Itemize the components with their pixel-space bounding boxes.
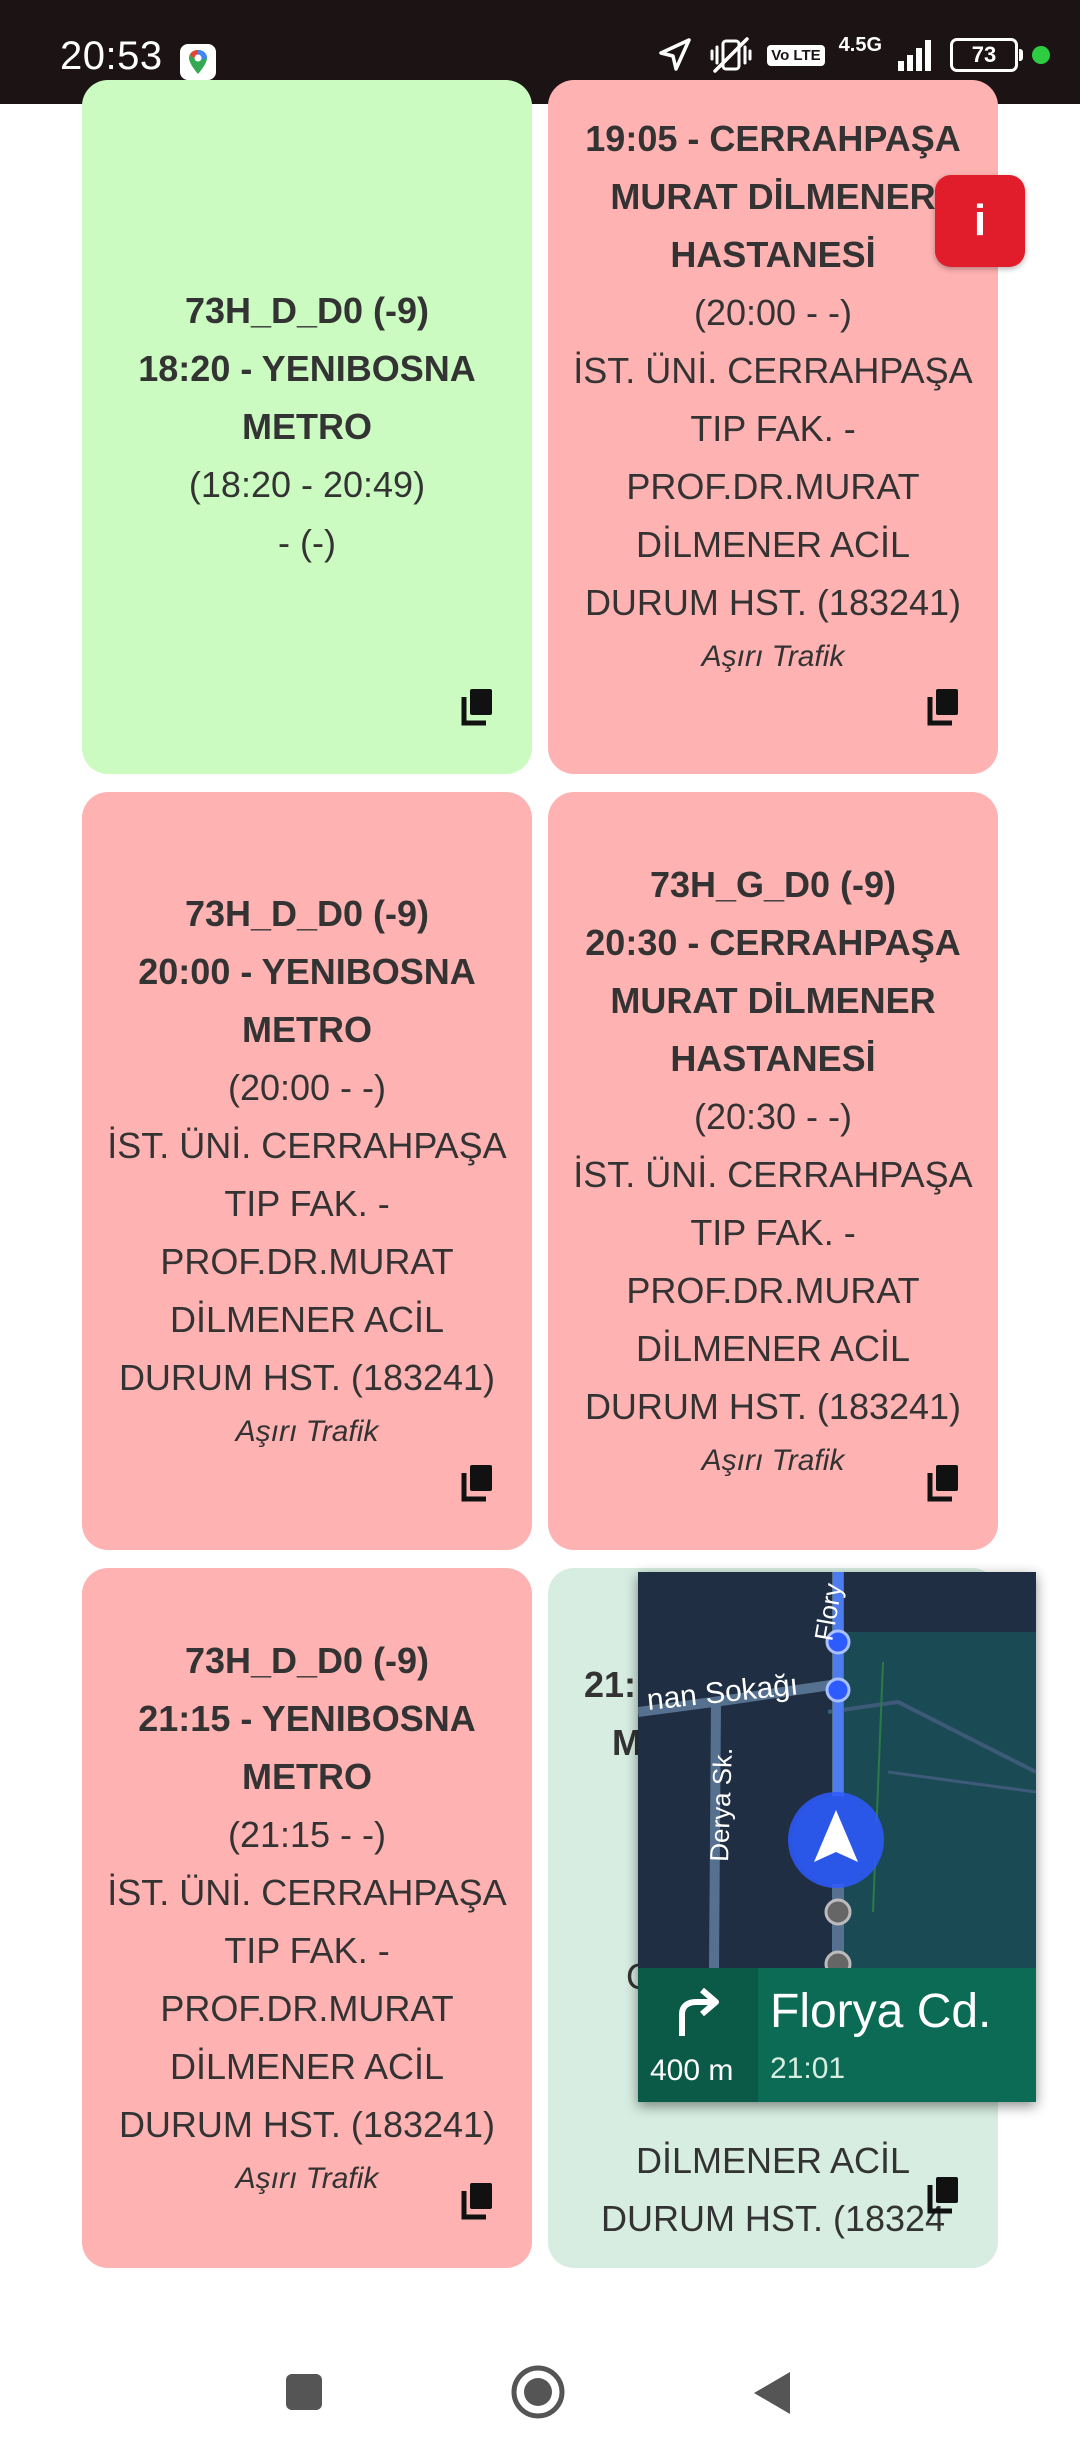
turn-right-arrow-icon bbox=[679, 1987, 719, 2036]
trip-card[interactable]: 73H_D_D0 (-9) 18:20 - YENIBOSNA METRO (1… bbox=[82, 80, 532, 774]
trip-time-range: (18:20 - 20:49) bbox=[188, 464, 426, 505]
info-button[interactable]: i bbox=[935, 175, 1025, 267]
location-arrow-icon bbox=[655, 35, 695, 75]
trip-time-range: (21:15 - -) bbox=[227, 1814, 387, 1855]
copy-icon[interactable] bbox=[926, 686, 962, 726]
trip-time-range: (20:30 - -) bbox=[693, 1096, 853, 1137]
traffic-status: Aşırı Trafik bbox=[701, 1444, 845, 1477]
navigation-pip-window[interactable]: nan Sokağı Derya Sk. Flory 400 m Florya … bbox=[638, 1572, 1036, 2102]
home-button[interactable] bbox=[510, 2364, 566, 2424]
trip-card[interactable]: 73H_D_D0 (-9) 20:00 - YENIBOSNA METRO (2… bbox=[82, 792, 532, 1550]
signal-icon bbox=[896, 37, 936, 73]
trip-departure: 20:30 - CERRAHPAŞA MURAT DİLMENER HASTAN… bbox=[585, 922, 961, 1079]
trip-departure: 18:20 - YENIBOSNA METRO bbox=[138, 348, 476, 447]
copy-icon[interactable] bbox=[460, 2180, 496, 2220]
trip-departure: 19:05 - CERRAHPAŞA MURAT DİLMENER HASTAN… bbox=[585, 118, 961, 275]
status-icons: Vo LTE 4.5G 73 bbox=[655, 30, 1050, 80]
trip-route-code: 73H_D_D0 (-9) bbox=[184, 290, 430, 331]
trip-stop: İST. ÜNİ. CERRAHPAŞA TIP FAK. - PROF.DR.… bbox=[107, 1872, 507, 2145]
network-type: 4.5G bbox=[838, 33, 882, 56]
trip-stop: İST. ÜNİ. CERRAHPAŞA TIP FAK. - PROF.DR.… bbox=[573, 350, 973, 623]
trip-card[interactable]: 19:05 - CERRAHPAŞA MURAT DİLMENER HASTAN… bbox=[548, 80, 998, 774]
trip-stop: İST. ÜNİ. CERRAHPAŞA TIP FAK. - PROF.DR.… bbox=[107, 1125, 507, 1398]
volte-badge: Vo LTE bbox=[767, 44, 825, 66]
copy-icon[interactable] bbox=[926, 1462, 962, 1502]
battery-icon: 73 bbox=[950, 38, 1023, 72]
battery-level: 73 bbox=[971, 42, 997, 67]
trip-stop: İST. ÜNİ. CERRAHPAŞA TIP FAK. - PROF.DR.… bbox=[573, 1154, 973, 1427]
trip-card[interactable]: 73H_D_D0 (-9) 21:15 - YENIBOSNA METRO (2… bbox=[82, 1568, 532, 2268]
maps-notification-icon bbox=[180, 44, 216, 80]
trip-time-range: (20:00 - -) bbox=[693, 292, 853, 333]
back-button[interactable] bbox=[752, 2370, 792, 2420]
trip-stop: - (-) bbox=[278, 522, 336, 563]
trip-route-code: 73H_G_D0 (-9) bbox=[649, 864, 897, 905]
vibrate-off-icon bbox=[709, 35, 753, 75]
trip-time-range: (20:00 - -) bbox=[227, 1067, 387, 1108]
privacy-indicator-dot bbox=[1032, 46, 1050, 64]
turn-distance: 400 m bbox=[650, 2054, 734, 2087]
copy-icon[interactable] bbox=[460, 686, 496, 726]
recents-button[interactable] bbox=[284, 2372, 324, 2416]
navigation-map: nan Sokağı Derya Sk. Flory bbox=[638, 1572, 1036, 1968]
trip-departure: 21:15 - YENIBOSNA METRO bbox=[138, 1698, 476, 1797]
trip-card[interactable]: 73H_G_D0 (-9) 20:30 - CERRAHPAŞA MURAT D… bbox=[548, 792, 998, 1550]
traffic-status: Aşırı Trafik bbox=[235, 2162, 379, 2195]
system-navigation-bar bbox=[0, 2320, 1080, 2460]
trip-departure: 20:00 - YENIBOSNA METRO bbox=[138, 951, 476, 1050]
trip-route-code: 73H_D_D0 (-9) bbox=[184, 893, 430, 934]
street-label: Derya Sk. bbox=[704, 1747, 738, 1862]
navigation-instruction-bar[interactable]: 400 m Florya Cd. 21:01 bbox=[638, 1968, 1036, 2102]
arrival-time: 21:01 bbox=[770, 2052, 846, 2085]
trip-route-code: 73H_D_D0 (-9) bbox=[184, 1640, 430, 1681]
next-street: Florya Cd. bbox=[770, 1985, 992, 2038]
copy-icon[interactable] bbox=[926, 2174, 962, 2214]
traffic-status: Aşırı Trafik bbox=[701, 640, 845, 673]
traffic-status: Aşırı Trafik bbox=[235, 1415, 379, 1448]
copy-icon[interactable] bbox=[460, 1462, 496, 1502]
turn-instruction: 400 m bbox=[638, 1968, 758, 2102]
trip-departure-partial: 21: bbox=[584, 1664, 637, 1705]
status-time: 20:53 bbox=[60, 34, 163, 78]
